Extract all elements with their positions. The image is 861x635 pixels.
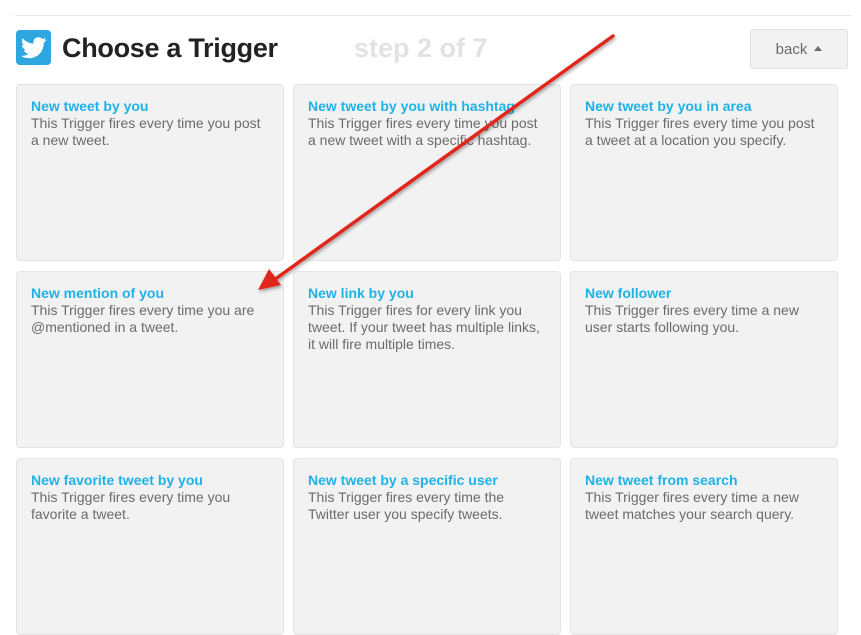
- trigger-title[interactable]: New mention of you: [31, 285, 269, 302]
- trigger-title[interactable]: New tweet by you in area: [585, 98, 823, 115]
- trigger-description: This Trigger fires every time you are @m…: [31, 302, 255, 335]
- trigger-title[interactable]: New tweet by you with hashtag: [308, 98, 546, 115]
- trigger-card[interactable]: New link by you This Trigger fires for e…: [293, 271, 561, 448]
- trigger-description: This Trigger fires every time a new user…: [585, 302, 799, 335]
- trigger-card[interactable]: New tweet from search This Trigger fires…: [570, 458, 838, 635]
- trigger-card[interactable]: New tweet by you This Trigger fires ever…: [16, 84, 284, 261]
- trigger-description: This Trigger fires for every link you tw…: [308, 302, 540, 352]
- trigger-card[interactable]: New tweet by you with hashtag This Trigg…: [293, 84, 561, 261]
- trigger-title[interactable]: New tweet by a specific user: [308, 472, 546, 489]
- trigger-description: This Trigger fires every time you post a…: [308, 115, 538, 148]
- trigger-description: This Trigger fires every time you favori…: [31, 489, 231, 522]
- trigger-card[interactable]: New follower This Trigger fires every ti…: [570, 271, 838, 448]
- trigger-description: This Trigger fires every time a new twee…: [585, 489, 799, 522]
- trigger-title[interactable]: New favorite tweet by you: [31, 472, 269, 489]
- trigger-title[interactable]: New tweet from search: [585, 472, 823, 489]
- trigger-title[interactable]: New follower: [585, 285, 823, 302]
- trigger-title[interactable]: New tweet by you: [31, 98, 269, 115]
- trigger-card[interactable]: New mention of you This Trigger fires ev…: [16, 271, 284, 448]
- trigger-grid: New tweet by you This Trigger fires ever…: [0, 0, 861, 635]
- trigger-card[interactable]: New tweet by a specific user This Trigge…: [293, 458, 561, 635]
- trigger-description: This Trigger fires every time the Twitte…: [308, 489, 505, 522]
- trigger-description: This Trigger fires every time you post a…: [31, 115, 261, 148]
- trigger-card[interactable]: New favorite tweet by you This Trigger f…: [16, 458, 284, 635]
- trigger-card[interactable]: New tweet by you in area This Trigger fi…: [570, 84, 838, 261]
- trigger-title[interactable]: New link by you: [308, 285, 546, 302]
- trigger-description: This Trigger fires every time you post a…: [585, 115, 815, 148]
